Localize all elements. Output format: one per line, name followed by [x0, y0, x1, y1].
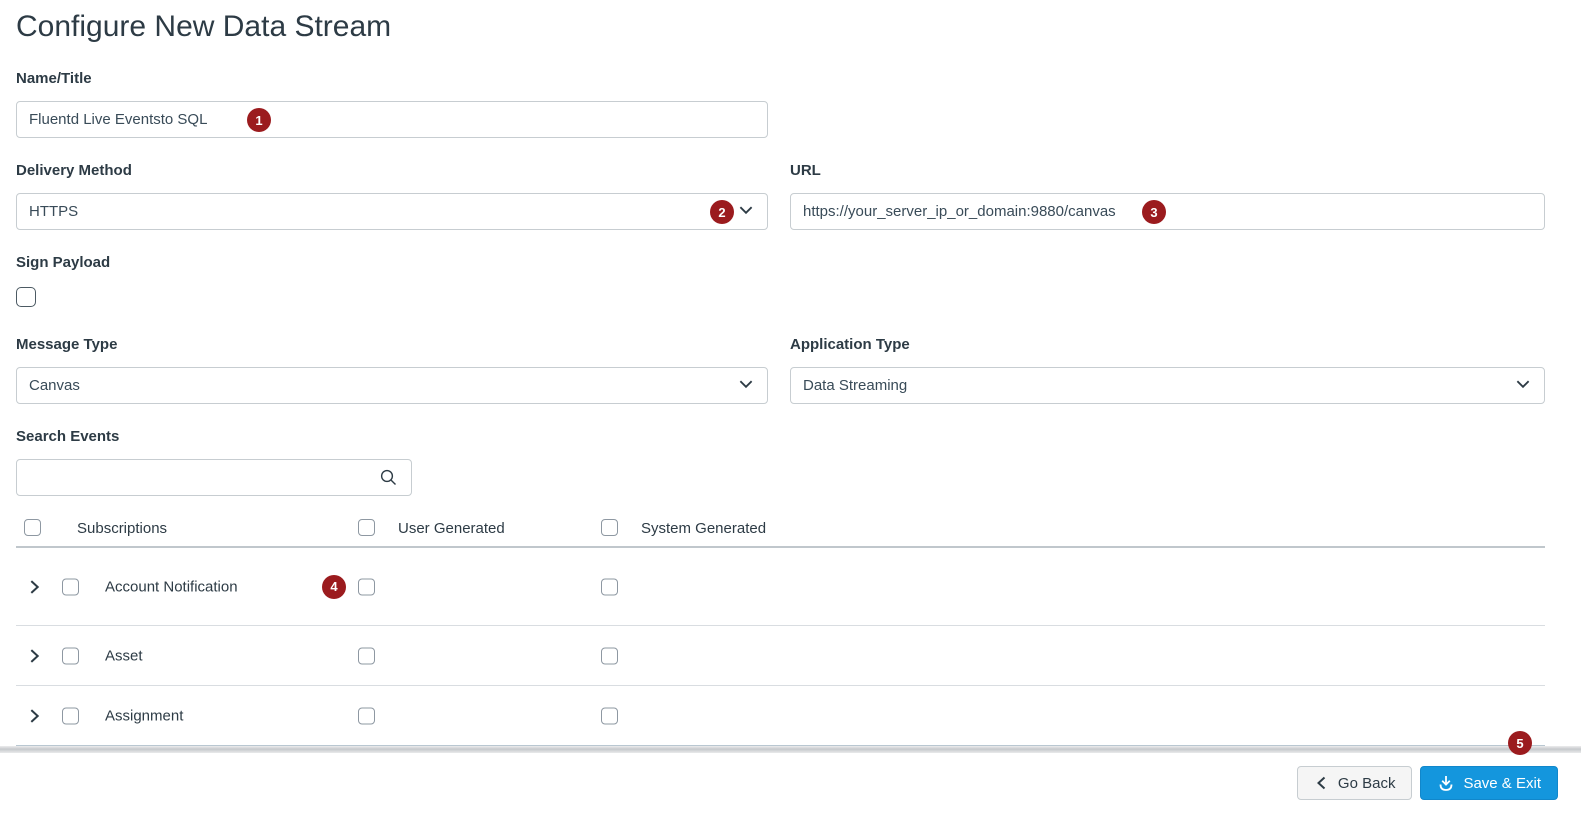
annotation-badge-5: 5: [1508, 731, 1532, 755]
annotation-badge-4: 4: [322, 574, 346, 599]
url-label: URL: [790, 162, 821, 179]
sign-payload-label: Sign Payload: [16, 254, 111, 271]
footer-shadow-divider: [0, 746, 1581, 753]
user-generated-checkbox[interactable]: [358, 707, 375, 724]
annotation-badge-1: 1: [247, 108, 271, 132]
user-generated-checkbox[interactable]: [358, 647, 375, 664]
system-generated-checkbox[interactable]: [601, 647, 618, 664]
footer-action-bar: 5 Go Back Save & Exit: [0, 731, 1581, 813]
system-generated-checkbox[interactable]: [601, 578, 618, 595]
user-generated-checkbox[interactable]: [358, 578, 375, 595]
subscriptions-select-all-checkbox[interactable]: [24, 519, 41, 536]
application-type-label: Application Type: [790, 336, 910, 353]
message-application-row: Message Type Canvas Application Type Dat…: [16, 312, 1545, 404]
event-row-label: Asset: [105, 647, 143, 664]
go-back-label: Go Back: [1337, 774, 1396, 792]
search-events-input[interactable]: [16, 459, 412, 496]
search-icon: [379, 468, 398, 492]
application-type-value: Data Streaming: [803, 377, 908, 394]
event-row-account-notification: Account Notification 4: [16, 548, 1545, 626]
go-back-button[interactable]: Go Back: [1296, 766, 1413, 800]
sign-payload-checkbox[interactable]: [16, 287, 36, 307]
configure-data-stream-page: Configure New Data Stream Name/Title 1 D…: [0, 0, 1581, 746]
name-title-label: Name/Title: [16, 70, 92, 87]
page-title: Configure New Data Stream: [16, 10, 392, 43]
events-table-header: Subscriptions User Generated System Gene…: [16, 509, 1545, 548]
name-title-input[interactable]: [16, 101, 768, 138]
subscription-checkbox[interactable]: [62, 707, 79, 724]
message-type-select[interactable]: Canvas: [16, 367, 768, 404]
annotation-badge-2: 2: [710, 200, 734, 224]
message-type-value: Canvas: [29, 377, 80, 394]
search-events-wrap: [16, 459, 412, 496]
annotation-badge-3: 3: [1142, 200, 1166, 224]
subscription-checkbox[interactable]: [62, 647, 79, 664]
events-table: Subscriptions User Generated System Gene…: [16, 509, 1545, 746]
expand-row-button[interactable]: [26, 578, 43, 595]
delivery-method-label: Delivery Method: [16, 162, 132, 179]
event-row-label: Account Notification: [105, 578, 238, 595]
save-and-exit-button[interactable]: Save & Exit: [1420, 766, 1558, 800]
name-title-field-wrap: 1: [16, 101, 768, 138]
event-row-label: Assignment: [105, 707, 184, 724]
download-icon: [1437, 774, 1455, 792]
system-generated-checkbox[interactable]: [601, 707, 618, 724]
delivery-method-value: HTTPS: [29, 203, 79, 220]
subscription-checkbox[interactable]: [62, 578, 79, 595]
event-row-assignment: Assignment: [16, 686, 1545, 746]
url-input[interactable]: [790, 193, 1545, 230]
delivery-url-row: Delivery Method HTTPS 2 URL 3: [16, 138, 1545, 230]
search-events-label: Search Events: [16, 428, 120, 445]
system-generated-column-header: System Generated: [641, 520, 767, 537]
expand-row-button[interactable]: [26, 707, 43, 724]
chevron-down-icon: [1514, 375, 1532, 397]
subscriptions-column-header: Subscriptions: [77, 520, 168, 537]
delivery-method-select[interactable]: HTTPS: [16, 193, 768, 230]
message-type-label: Message Type: [16, 336, 118, 353]
application-type-select[interactable]: Data Streaming: [790, 367, 1545, 404]
event-row-asset: Asset: [16, 626, 1545, 686]
system-generated-select-all-checkbox[interactable]: [601, 519, 618, 536]
save-and-exit-label: Save & Exit: [1463, 774, 1541, 792]
user-generated-select-all-checkbox[interactable]: [358, 519, 375, 536]
chevron-down-icon: [737, 375, 755, 397]
chevron-down-icon: [737, 201, 755, 223]
expand-row-button[interactable]: [26, 647, 43, 664]
chevron-left-icon: [1314, 775, 1330, 791]
user-generated-column-header: User Generated: [398, 520, 505, 537]
